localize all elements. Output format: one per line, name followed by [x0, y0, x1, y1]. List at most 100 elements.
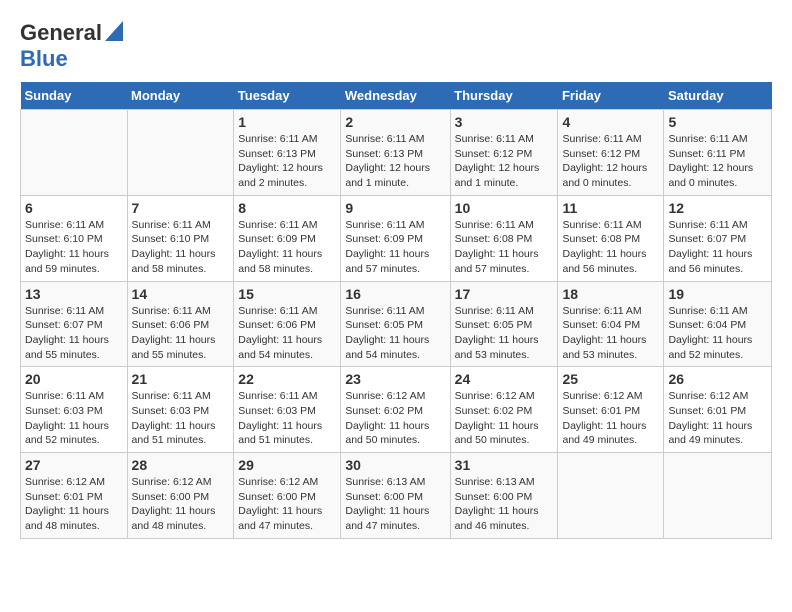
- calendar-cell: 19 Sunrise: 6:11 AM Sunset: 6:04 PM Dayli…: [664, 281, 772, 367]
- day-number: 3: [455, 114, 554, 130]
- day-header-saturday: Saturday: [664, 82, 772, 110]
- day-info: Sunrise: 6:11 AM Sunset: 6:09 PM Dayligh…: [345, 218, 445, 277]
- calendar-cell: 11Sunrise: 6:11 AM Sunset: 6:08 PM Dayli…: [558, 195, 664, 281]
- logo-arrow-icon: [105, 21, 123, 46]
- calendar-cell: 5 Sunrise: 6:11 AM Sunset: 6:11 PM Daylig…: [664, 110, 772, 196]
- calendar-cell: 26 Sunrise: 6:12 AM Sunset: 6:01 PM Dayli…: [664, 367, 772, 453]
- day-info: Sunrise: 6:13 AM Sunset: 6:00 PM Dayligh…: [455, 475, 554, 534]
- calendar-cell: 16Sunrise: 6:11 AM Sunset: 6:05 PM Dayli…: [341, 281, 450, 367]
- calendar-cell: 27 Sunrise: 6:12 AM Sunset: 6:01 PM Dayli…: [21, 453, 128, 539]
- calendar-cell: [127, 110, 234, 196]
- day-info: Sunrise: 6:12 AM Sunset: 6:02 PM Dayligh…: [455, 389, 554, 448]
- logo-blue: Blue: [20, 46, 68, 71]
- calendar-cell: 9 Sunrise: 6:11 AM Sunset: 6:09 PM Daylig…: [341, 195, 450, 281]
- calendar-cell: 15 Sunrise: 6:11 AM Sunset: 6:06 PM Dayli…: [234, 281, 341, 367]
- week-row-1: 1 Sunrise: 6:11 AM Sunset: 6:13 PM Daylig…: [21, 110, 772, 196]
- calendar-cell: 7 Sunrise: 6:11 AM Sunset: 6:10 PM Daylig…: [127, 195, 234, 281]
- calendar-cell: 29 Sunrise: 6:12 AM Sunset: 6:00 PM Dayli…: [234, 453, 341, 539]
- day-number: 23: [345, 371, 445, 387]
- logo-general: General: [20, 20, 102, 46]
- day-info: Sunrise: 6:11 AM Sunset: 6:10 PM Dayligh…: [25, 218, 123, 277]
- day-number: 18: [562, 286, 659, 302]
- day-number: 12: [668, 200, 767, 216]
- day-info: Sunrise: 6:11 AM Sunset: 6:05 PM Dayligh…: [455, 304, 554, 363]
- day-info: Sunrise: 6:11 AM Sunset: 6:04 PM Dayligh…: [562, 304, 659, 363]
- calendar-cell: 22 Sunrise: 6:11 AM Sunset: 6:03 PM Dayli…: [234, 367, 341, 453]
- day-header-wednesday: Wednesday: [341, 82, 450, 110]
- day-info: Sunrise: 6:11 AM Sunset: 6:13 PM Dayligh…: [238, 132, 336, 191]
- calendar-cell: 13Sunrise: 6:11 AM Sunset: 6:07 PM Dayli…: [21, 281, 128, 367]
- header: General Blue: [20, 20, 772, 72]
- calendar-cell: [664, 453, 772, 539]
- day-number: 1: [238, 114, 336, 130]
- calendar-cell: 2 Sunrise: 6:11 AM Sunset: 6:13 PM Daylig…: [341, 110, 450, 196]
- calendar-cell: 6 Sunrise: 6:11 AM Sunset: 6:10 PM Daylig…: [21, 195, 128, 281]
- day-info: Sunrise: 6:11 AM Sunset: 6:04 PM Dayligh…: [668, 304, 767, 363]
- day-info: Sunrise: 6:12 AM Sunset: 6:02 PM Dayligh…: [345, 389, 445, 448]
- day-number: 19: [668, 286, 767, 302]
- calendar-cell: 28Sunrise: 6:12 AM Sunset: 6:00 PM Dayli…: [127, 453, 234, 539]
- day-number: 5: [668, 114, 767, 130]
- day-number: 22: [238, 371, 336, 387]
- day-info: Sunrise: 6:11 AM Sunset: 6:08 PM Dayligh…: [455, 218, 554, 277]
- day-info: Sunrise: 6:11 AM Sunset: 6:06 PM Dayligh…: [238, 304, 336, 363]
- day-info: Sunrise: 6:11 AM Sunset: 6:10 PM Dayligh…: [132, 218, 230, 277]
- day-info: Sunrise: 6:13 AM Sunset: 6:00 PM Dayligh…: [345, 475, 445, 534]
- calendar-cell: 23 Sunrise: 6:12 AM Sunset: 6:02 PM Dayli…: [341, 367, 450, 453]
- calendar-table: SundayMondayTuesdayWednesdayThursdayFrid…: [20, 82, 772, 539]
- day-number: 14: [132, 286, 230, 302]
- day-number: 4: [562, 114, 659, 130]
- day-number: 26: [668, 371, 767, 387]
- day-info: Sunrise: 6:11 AM Sunset: 6:03 PM Dayligh…: [238, 389, 336, 448]
- week-row-5: 27 Sunrise: 6:12 AM Sunset: 6:01 PM Dayli…: [21, 453, 772, 539]
- calendar-cell: 31Sunrise: 6:13 AM Sunset: 6:00 PM Dayli…: [450, 453, 558, 539]
- day-number: 7: [132, 200, 230, 216]
- day-info: Sunrise: 6:11 AM Sunset: 6:06 PM Dayligh…: [132, 304, 230, 363]
- day-info: Sunrise: 6:11 AM Sunset: 6:03 PM Dayligh…: [25, 389, 123, 448]
- week-row-3: 13Sunrise: 6:11 AM Sunset: 6:07 PM Dayli…: [21, 281, 772, 367]
- day-number: 17: [455, 286, 554, 302]
- day-number: 9: [345, 200, 445, 216]
- day-info: Sunrise: 6:11 AM Sunset: 6:13 PM Dayligh…: [345, 132, 445, 191]
- calendar-cell: 21 Sunrise: 6:11 AM Sunset: 6:03 PM Dayli…: [127, 367, 234, 453]
- calendar-cell: 4 Sunrise: 6:11 AM Sunset: 6:12 PM Daylig…: [558, 110, 664, 196]
- calendar-cell: [558, 453, 664, 539]
- day-number: 13: [25, 286, 123, 302]
- day-number: 15: [238, 286, 336, 302]
- day-header-tuesday: Tuesday: [234, 82, 341, 110]
- calendar-cell: 17 Sunrise: 6:11 AM Sunset: 6:05 PM Dayli…: [450, 281, 558, 367]
- day-header-monday: Monday: [127, 82, 234, 110]
- day-header-friday: Friday: [558, 82, 664, 110]
- days-header-row: SundayMondayTuesdayWednesdayThursdayFrid…: [21, 82, 772, 110]
- day-info: Sunrise: 6:12 AM Sunset: 6:01 PM Dayligh…: [25, 475, 123, 534]
- day-number: 20: [25, 371, 123, 387]
- calendar-cell: 25Sunrise: 6:12 AM Sunset: 6:01 PM Dayli…: [558, 367, 664, 453]
- day-number: 2: [345, 114, 445, 130]
- calendar-cell: 1 Sunrise: 6:11 AM Sunset: 6:13 PM Daylig…: [234, 110, 341, 196]
- day-info: Sunrise: 6:11 AM Sunset: 6:08 PM Dayligh…: [562, 218, 659, 277]
- day-info: Sunrise: 6:11 AM Sunset: 6:12 PM Dayligh…: [455, 132, 554, 191]
- day-number: 27: [25, 457, 123, 473]
- day-number: 6: [25, 200, 123, 216]
- day-info: Sunrise: 6:12 AM Sunset: 6:01 PM Dayligh…: [668, 389, 767, 448]
- day-number: 10: [455, 200, 554, 216]
- day-number: 16: [345, 286, 445, 302]
- day-number: 21: [132, 371, 230, 387]
- week-row-4: 20 Sunrise: 6:11 AM Sunset: 6:03 PM Dayli…: [21, 367, 772, 453]
- day-info: Sunrise: 6:12 AM Sunset: 6:00 PM Dayligh…: [238, 475, 336, 534]
- calendar-cell: 3 Sunrise: 6:11 AM Sunset: 6:12 PM Daylig…: [450, 110, 558, 196]
- week-row-2: 6 Sunrise: 6:11 AM Sunset: 6:10 PM Daylig…: [21, 195, 772, 281]
- day-info: Sunrise: 6:11 AM Sunset: 6:12 PM Dayligh…: [562, 132, 659, 191]
- calendar-cell: 20 Sunrise: 6:11 AM Sunset: 6:03 PM Dayli…: [21, 367, 128, 453]
- logo: General Blue: [20, 20, 123, 72]
- day-info: Sunrise: 6:11 AM Sunset: 6:11 PM Dayligh…: [668, 132, 767, 191]
- day-info: Sunrise: 6:11 AM Sunset: 6:09 PM Dayligh…: [238, 218, 336, 277]
- day-number: 8: [238, 200, 336, 216]
- day-info: Sunrise: 6:11 AM Sunset: 6:03 PM Dayligh…: [132, 389, 230, 448]
- day-number: 29: [238, 457, 336, 473]
- day-header-thursday: Thursday: [450, 82, 558, 110]
- calendar-cell: 12Sunrise: 6:11 AM Sunset: 6:07 PM Dayli…: [664, 195, 772, 281]
- day-number: 25: [562, 371, 659, 387]
- calendar-cell: 8 Sunrise: 6:11 AM Sunset: 6:09 PM Daylig…: [234, 195, 341, 281]
- day-info: Sunrise: 6:12 AM Sunset: 6:00 PM Dayligh…: [132, 475, 230, 534]
